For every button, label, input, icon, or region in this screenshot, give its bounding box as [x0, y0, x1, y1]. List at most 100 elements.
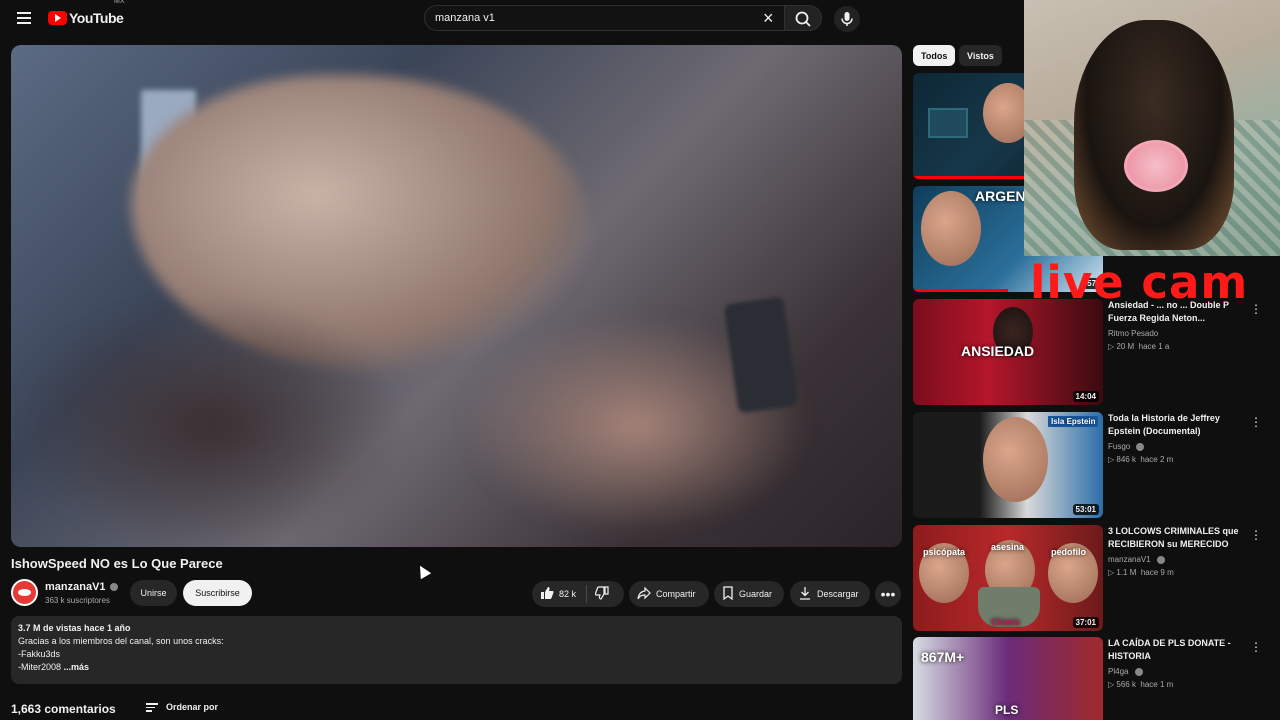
- recommendation-channel[interactable]: manzanaV1: [1108, 555, 1243, 564]
- description-line: -Fakku3ds: [18, 649, 61, 659]
- recommendation-title[interactable]: Toda la Historia de Jeffrey Epstein (Doc…: [1108, 412, 1243, 438]
- thumbnail-text: ARGEN: [975, 188, 1026, 204]
- recommendation-thumbnail[interactable]: 867M+ PLS: [913, 637, 1103, 720]
- recommendation-info[interactable]: Toda la Historia de Jeffrey Epstein (Doc…: [1108, 412, 1243, 464]
- voice-search-button[interactable]: [834, 6, 860, 32]
- dislike-icon[interactable]: [594, 586, 609, 602]
- view-count: 1.1 M: [1116, 568, 1137, 577]
- video-duration: 37:01: [1072, 617, 1099, 628]
- mouse-cursor: [414, 562, 432, 580]
- download-icon: [798, 586, 812, 602]
- upload-age: hace 1 m: [1140, 680, 1174, 689]
- channel-name[interactable]: Fusgo: [1108, 442, 1130, 451]
- recommendation-thumbnail[interactable]: Isla Epstein 53:01: [913, 412, 1103, 518]
- recommendation-channel[interactable]: Pl4ga: [1108, 667, 1243, 676]
- webcam-pacifier: [1124, 140, 1188, 192]
- like-dislike-group: 82 k: [532, 581, 624, 607]
- recommendation-channel[interactable]: Fusgo: [1108, 442, 1243, 451]
- video-duration: 53:01: [1072, 504, 1099, 515]
- view-count: 566 k: [1116, 680, 1136, 689]
- description-line: -Miter2008: [18, 662, 62, 672]
- recommendation-title[interactable]: LA CAÍDA DE PLS DONATE - HISTORIA: [1108, 637, 1243, 663]
- video-frame-shadow: [11, 295, 411, 547]
- recommendation-meta: ▷ 1.1 M hace 9 m: [1108, 568, 1174, 577]
- webcam-dog: [1074, 20, 1234, 250]
- verified-icon: [1134, 667, 1143, 676]
- thumbnail-text: ANSIEDAD: [961, 343, 1035, 359]
- save-button[interactable]: Guardar: [714, 581, 784, 607]
- logo-text: YouTube: [69, 10, 124, 26]
- microphone-icon: [841, 12, 853, 26]
- like-count[interactable]: 82 k: [559, 589, 576, 599]
- show-more-link[interactable]: ...más: [64, 662, 90, 672]
- search-button[interactable]: [784, 5, 822, 31]
- menu-icon[interactable]: [12, 9, 36, 29]
- view-count-and-date: 3.7 M de vistas hace 1 año: [18, 623, 131, 633]
- recommendation-thumbnail[interactable]: ANSIEDAD 14:04: [913, 299, 1103, 405]
- sort-label: Ordenar por: [166, 702, 219, 713]
- bookmark-icon: [722, 586, 734, 602]
- subscriber-count: 363 k suscriptores: [45, 596, 110, 605]
- more-vert-icon[interactable]: ⋮: [1250, 528, 1262, 542]
- search-query: manzana v1: [435, 12, 495, 24]
- thumbnail-face: [921, 191, 981, 266]
- share-icon: [637, 586, 651, 602]
- like-divider: [586, 585, 588, 603]
- country-code: MX: [114, 0, 125, 5]
- channel-name[interactable]: manzanaV1: [45, 581, 106, 593]
- channel-name-row[interactable]: manzanaV1: [45, 581, 118, 593]
- recommendation-title[interactable]: 3 LOLCOWS CRIMINALES que RECIBIERON su M…: [1108, 525, 1243, 551]
- youtube-logo[interactable]: YouTube: [48, 10, 124, 26]
- thumbnail-text: psicópata: [923, 547, 966, 557]
- recommendation-meta: ▷ 20 M hace 1 a: [1108, 342, 1170, 351]
- description-line-last: -Miter2008 ...más: [18, 662, 895, 672]
- video-title: IshowSpeed NO es Lo Que Parece: [11, 556, 223, 571]
- channel-name[interactable]: manzanaV1: [1108, 555, 1151, 564]
- chip-all[interactable]: Todos: [913, 45, 956, 66]
- recommendation-thumbnail[interactable]: psicópata asesina pedofilo Chiwis 37:01: [913, 525, 1103, 631]
- thumbnail-text: pedofilo: [1051, 547, 1086, 557]
- recommendation-info[interactable]: 3 LOLCOWS CRIMINALES que RECIBIERON su M…: [1108, 525, 1243, 577]
- more-horizontal-icon: •••: [880, 586, 896, 602]
- recommendation-meta: ▷ 566 k hace 1 m: [1108, 680, 1174, 689]
- upload-age: hace 9 m: [1140, 568, 1174, 577]
- more-vert-icon[interactable]: ⋮: [1250, 302, 1262, 316]
- save-label: Guardar: [739, 589, 773, 599]
- thumbnail-text: Chiwis: [991, 617, 1021, 627]
- description-box[interactable]: 3.7 M de vistas hace 1 año Gracias a los…: [11, 616, 902, 684]
- share-label: Compartir: [656, 589, 696, 599]
- verified-icon: [109, 583, 118, 592]
- like-icon[interactable]: [540, 586, 554, 602]
- verified-icon: [1136, 442, 1145, 451]
- view-count: 846 k: [1116, 455, 1136, 464]
- recommendation-channel[interactable]: Ritmo Pesado: [1108, 329, 1243, 338]
- more-actions-button[interactable]: •••: [875, 581, 901, 607]
- upload-age: hace 2 m: [1140, 455, 1174, 464]
- subscribe-button[interactable]: Suscribirse: [183, 580, 252, 606]
- recommendation-info[interactable]: LA CAÍDA DE PLS DONATE - HISTORIA Pl4ga …: [1108, 637, 1243, 689]
- thumbnail-monitor: [928, 108, 968, 138]
- description-line: Gracias a los miembros del canal, son un…: [18, 636, 224, 646]
- more-vert-icon[interactable]: ⋮: [1250, 415, 1262, 429]
- youtube-play-icon: [48, 11, 67, 25]
- thumbnail-text: asesina: [991, 542, 1025, 552]
- webcam-overlay: [1024, 0, 1280, 256]
- sort-icon: [146, 701, 158, 714]
- thumbnail-face: [983, 417, 1048, 502]
- clear-search-icon[interactable]: ×: [763, 8, 774, 29]
- recommendation-meta: ▷ 846 k hace 2 m: [1108, 455, 1174, 464]
- more-vert-icon[interactable]: ⋮: [1250, 640, 1262, 654]
- sort-comments-button[interactable]: Ordenar por: [146, 701, 218, 714]
- thumbnail-text: Isla Epstein: [1048, 416, 1099, 427]
- download-button[interactable]: Descargar: [790, 581, 870, 607]
- search-input[interactable]: manzana v1 ×: [424, 5, 788, 31]
- channel-name[interactable]: Pl4ga: [1108, 667, 1128, 676]
- channel-avatar[interactable]: [11, 579, 38, 606]
- view-count: 20 M: [1116, 342, 1135, 351]
- chip-watched[interactable]: Vistos: [959, 45, 1002, 66]
- video-player[interactable]: [11, 45, 902, 547]
- verified-icon: [1156, 555, 1165, 564]
- join-button[interactable]: Unirse: [130, 580, 177, 606]
- share-button[interactable]: Compartir: [629, 581, 709, 607]
- thumbnail-text: PLS: [995, 703, 1019, 717]
